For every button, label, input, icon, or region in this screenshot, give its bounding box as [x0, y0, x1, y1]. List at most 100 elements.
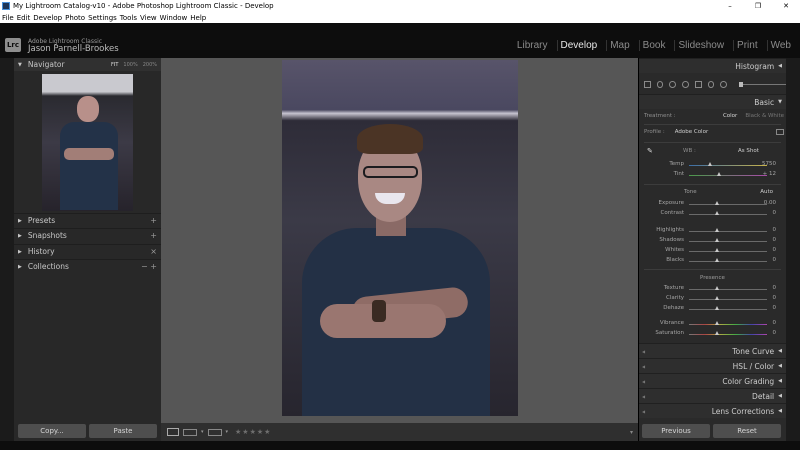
treatment-color[interactable]: Color	[723, 113, 737, 119]
divider	[644, 269, 781, 270]
basic-header[interactable]: Basic ▼	[639, 94, 786, 109]
expand-triangle-icon[interactable]: ◀	[778, 408, 782, 414]
clear-history-icon[interactable]: ×	[150, 247, 157, 256]
treatment-bw[interactable]: Black & White	[745, 113, 784, 119]
menu-settings[interactable]: Settings	[88, 14, 117, 22]
profile-dropdown[interactable]: Adobe Color	[675, 129, 709, 135]
red-eye-icon[interactable]	[682, 80, 689, 88]
hsl-color-header[interactable]: ◀ HSL / Color ◀	[639, 358, 786, 373]
histogram-header[interactable]: Histogram ◀	[639, 58, 786, 73]
snapshots-panel-header[interactable]: ▶ Snapshots +	[14, 228, 161, 242]
lrc-logo: Lrc	[5, 38, 21, 52]
clarity-slider[interactable]: Clarity 0	[639, 294, 786, 304]
radial-filter-icon[interactable]	[720, 80, 727, 88]
grid-overlay-icon[interactable]	[644, 80, 651, 88]
zoom-fit[interactable]: FIT	[111, 62, 118, 68]
left-panel-edge[interactable]	[0, 58, 14, 441]
previous-button[interactable]: Previous	[642, 424, 710, 438]
expand-triangle-icon[interactable]: ▶	[18, 233, 22, 239]
expand-triangle-icon[interactable]: ◀	[778, 393, 782, 399]
tint-slider[interactable]: Tint + 12	[639, 170, 786, 180]
lens-corrections-header[interactable]: ◀ Lens Corrections ◀	[639, 403, 786, 418]
expand-triangle-icon[interactable]: ◀	[778, 348, 782, 354]
menu-edit[interactable]: Edit	[17, 14, 31, 22]
crop-tool-icon[interactable]	[656, 80, 664, 88]
expand-triangle-icon[interactable]: ▶	[18, 218, 22, 224]
collections-panel-header[interactable]: ▶ Collections − +	[14, 259, 161, 273]
color-grading-header[interactable]: ◀ Color Grading ◀	[639, 373, 786, 388]
menu-file[interactable]: File	[2, 14, 14, 22]
tool-strip	[639, 78, 786, 90]
profile-browser-icon[interactable]	[776, 129, 784, 135]
saturation-slider[interactable]: Saturation 0	[639, 329, 786, 339]
copy-button[interactable]: Copy...	[18, 424, 86, 438]
before-after-icon[interactable]	[183, 428, 197, 436]
history-panel-header[interactable]: ▶ History ×	[14, 244, 161, 258]
module-slideshow[interactable]: Slideshow	[674, 40, 727, 51]
module-web[interactable]: Web	[766, 40, 794, 51]
shadows-slider[interactable]: Shadows 0	[639, 236, 786, 246]
presets-panel-header[interactable]: ▶ Presets +	[14, 213, 161, 227]
menu-photo[interactable]: Photo	[65, 14, 85, 22]
spot-removal-icon[interactable]	[669, 80, 677, 88]
main-photo[interactable]	[282, 60, 518, 416]
swap-dropdown-icon[interactable]: ▾	[226, 429, 229, 435]
add-snapshot-icon[interactable]: +	[150, 231, 157, 240]
wb-dropdown[interactable]: As Shot	[738, 148, 759, 154]
reset-button[interactable]: Reset	[713, 424, 781, 438]
paste-button[interactable]: Paste	[89, 424, 157, 438]
loupe-view-icon[interactable]	[167, 428, 179, 436]
expand-triangle-icon[interactable]: ◀	[778, 378, 782, 384]
add-preset-icon[interactable]: +	[150, 216, 157, 225]
module-map[interactable]: Map	[606, 40, 632, 51]
collections-actions-icon[interactable]: − +	[141, 262, 157, 271]
navigator-header[interactable]: ▼ Navigator FIT 100% 200%	[14, 58, 161, 71]
zoom-200[interactable]: 200%	[143, 62, 157, 68]
detail-header[interactable]: ◀ Detail ◀	[639, 388, 786, 403]
dehaze-slider[interactable]: Dehaze 0	[639, 304, 786, 314]
masking-icon[interactable]	[694, 80, 702, 88]
toolbar-menu-icon[interactable]: ▾	[630, 429, 633, 436]
expand-triangle-icon[interactable]: ◀	[778, 363, 782, 369]
gradient-icon[interactable]	[707, 80, 715, 88]
expand-triangle-icon[interactable]: ▶	[18, 249, 22, 255]
module-library[interactable]: Library	[514, 40, 551, 51]
collapse-triangle-icon[interactable]: ▼	[18, 62, 22, 68]
presence-header: Presence	[700, 275, 725, 281]
navigator-preview[interactable]	[42, 74, 133, 211]
texture-slider[interactable]: Texture 0	[639, 284, 786, 294]
auto-button[interactable]: Auto	[760, 189, 773, 195]
menu-view[interactable]: View	[140, 14, 157, 22]
contrast-slider[interactable]: Contrast 0	[639, 209, 786, 219]
swap-icon[interactable]	[207, 428, 222, 436]
maximize-button[interactable]: ❐	[744, 2, 772, 10]
module-print[interactable]: Print	[733, 40, 761, 51]
module-book[interactable]: Book	[638, 40, 669, 51]
vibrance-slider[interactable]: Vibrance 0	[639, 319, 786, 329]
menu-develop[interactable]: Develop	[33, 14, 62, 22]
tone-curve-header[interactable]: ◀ Tone Curve ◀	[639, 343, 786, 358]
right-panel-edge[interactable]	[786, 58, 800, 441]
module-develop[interactable]: Develop	[556, 40, 601, 51]
collapse-triangle-icon[interactable]: ▼	[778, 99, 782, 105]
collapse-triangle-icon[interactable]: ◀	[778, 63, 782, 69]
filmstrip-edge[interactable]	[0, 441, 800, 450]
brush-size-slider[interactable]	[738, 81, 786, 87]
treatment-row: Treatment : Color Black & White	[644, 113, 784, 119]
menu-window[interactable]: Window	[160, 14, 188, 22]
expand-triangle-icon[interactable]: ▶	[18, 264, 22, 270]
minimize-button[interactable]: –	[716, 2, 744, 10]
whites-slider[interactable]: Whites 0	[639, 246, 786, 256]
app-icon	[2, 2, 10, 10]
zoom-100[interactable]: 100%	[123, 62, 137, 68]
temp-slider[interactable]: Temp 5750	[639, 160, 786, 170]
star-rating[interactable]: ★★★★★	[235, 428, 271, 436]
highlights-slider[interactable]: Highlights 0	[639, 226, 786, 236]
exposure-slider[interactable]: Exposure 0.00	[639, 199, 786, 209]
close-button[interactable]: ✕	[772, 2, 800, 10]
menu-help[interactable]: Help	[190, 14, 206, 22]
blacks-slider[interactable]: Blacks 0	[639, 256, 786, 266]
eyedropper-icon[interactable]: ✎	[647, 147, 653, 155]
before-after-dropdown-icon[interactable]: ▾	[201, 429, 204, 435]
menu-tools[interactable]: Tools	[120, 14, 137, 22]
